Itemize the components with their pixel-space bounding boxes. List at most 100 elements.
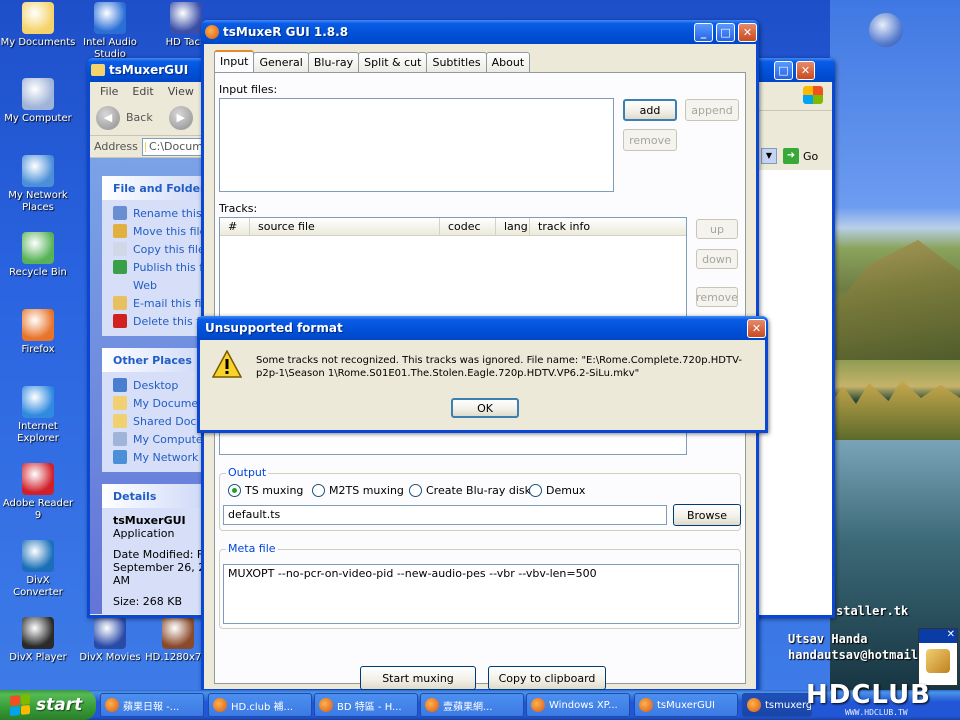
radio-demux[interactable]: Demux (529, 484, 585, 497)
radio-dot-selected[interactable] (228, 484, 241, 497)
task-link-icon (113, 260, 127, 274)
dialog-close-icon[interactable]: ✕ (747, 319, 766, 338)
track-remove-button[interactable]: remove (696, 287, 738, 307)
forward-arrow-icon[interactable]: ▶ (168, 105, 193, 130)
tsmuxer-titlebar[interactable]: tsMuxeR GUI 1.8.8 _ □ ✕ (201, 20, 759, 44)
close-icon[interactable]: ✕ (738, 23, 757, 42)
task-link[interactable]: Publish this file (113, 258, 207, 276)
address-dropdown-icon[interactable]: ▼ (761, 148, 777, 164)
task-link[interactable]: Shared Docum (113, 412, 207, 430)
task-link[interactable]: My Network Pl (113, 448, 207, 466)
add-button[interactable]: add (623, 99, 677, 121)
unsupported-format-dialog[interactable]: Unsupported format ✕ Some tracks not rec… (197, 316, 768, 433)
browse-button[interactable]: Browse (673, 504, 741, 526)
meta-file-textarea[interactable]: MUXOPT --no-pcr-on-video-pid --new-audio… (223, 564, 739, 624)
start-muxing-button[interactable]: Start muxing (360, 666, 476, 690)
tab-bluray[interactable]: Blu-ray (307, 52, 360, 72)
radio-create-bluray[interactable]: Create Blu-ray disk (409, 484, 531, 497)
wallpaper-trees (830, 380, 960, 440)
desktop-icon[interactable]: DivX Converter (0, 540, 76, 599)
task-link-icon (113, 432, 127, 446)
col-track-info[interactable]: track info (530, 218, 686, 235)
mini-window-icon[interactable]: ✕ (918, 628, 958, 686)
back-button-label[interactable]: Back (126, 111, 153, 124)
task-link[interactable]: Copy this file (113, 240, 207, 258)
task-link[interactable]: Rename this fil (113, 204, 207, 222)
remove-file-button[interactable]: remove (623, 129, 677, 151)
go-button-label[interactable]: Go (803, 150, 818, 163)
taskbar-task-button[interactable]: Windows XP... (526, 693, 630, 717)
desktop-icon[interactable]: DivX Movies (72, 617, 148, 664)
globe-icon[interactable] (869, 13, 903, 47)
dialog-titlebar[interactable]: Unsupported format ✕ (197, 316, 768, 340)
taskbar-task-button[interactable]: HD.club 補... (208, 693, 312, 717)
task-link[interactable]: Move this file (113, 222, 207, 240)
task-link[interactable]: Web (113, 276, 207, 294)
explorer-close-icon[interactable]: ✕ (796, 61, 815, 80)
track-up-button[interactable]: up (696, 219, 738, 239)
taskbar-task-button[interactable]: 壹蘋果網... (420, 693, 524, 717)
desktop-icon[interactable]: Recycle Bin (0, 232, 76, 279)
explorer-toolbar: ◀ Back ▶ (90, 100, 204, 136)
tab-split-cut[interactable]: Split & cut (358, 52, 428, 72)
tab-input[interactable]: Input (214, 50, 255, 72)
maximize-icon[interactable]: □ (716, 23, 735, 42)
menu-file[interactable]: File (100, 85, 118, 98)
tab-about[interactable]: About (485, 52, 531, 72)
col-lang[interactable]: lang (496, 218, 530, 235)
desktop-icon[interactable]: Intel Audio Studio (72, 2, 148, 61)
task-link[interactable]: My Computer (113, 430, 207, 448)
back-arrow-icon[interactable]: ◀ (96, 105, 120, 130)
radio-dot[interactable] (312, 484, 325, 497)
desktop-icon[interactable]: Internet Explorer (0, 386, 76, 445)
desktop-icon[interactable]: My Network Places (0, 155, 76, 214)
track-down-button[interactable]: down (696, 249, 738, 269)
input-files-list[interactable] (219, 98, 614, 192)
start-button[interactable]: start (0, 690, 96, 720)
menu-view[interactable]: View (168, 85, 194, 98)
explorer-maximize-icon[interactable]: □ (774, 61, 793, 80)
radio-ts-muxing[interactable]: TS muxing (228, 484, 303, 497)
menu-edit[interactable]: Edit (132, 85, 153, 98)
copy-clipboard-button[interactable]: Copy to clipboard (488, 666, 606, 690)
tab-subtitles[interactable]: Subtitles (426, 52, 487, 72)
task-link-icon (113, 414, 127, 428)
radio-dot[interactable] (409, 484, 422, 497)
details-header[interactable]: Details (102, 484, 207, 508)
output-file-input[interactable]: default.ts (223, 505, 667, 525)
desktop-icon[interactable]: My Computer (0, 78, 76, 125)
taskbar-task-button[interactable]: tsMuxerGUI (634, 693, 738, 717)
taskbar-task-button[interactable]: BD 特區 - H... (314, 693, 418, 717)
col-source-file[interactable]: source file (250, 218, 440, 235)
radio-m2ts-muxing[interactable]: M2TS muxing (312, 484, 404, 497)
desktop-icon[interactable]: Firefox (0, 309, 76, 356)
file-tasks-header[interactable]: File and Folder T (102, 176, 207, 200)
explorer-titlebar[interactable]: tsMuxerGUI (87, 58, 207, 82)
desktop-icon[interactable]: DivX Player (0, 617, 76, 664)
col-number[interactable]: # (220, 218, 250, 235)
col-codec[interactable]: codec (440, 218, 496, 235)
details-modified-3: AM (113, 574, 131, 587)
desktop-icon[interactable]: My Documents (0, 2, 76, 49)
explorer-window[interactable]: tsMuxerGUI File Edit View ◀ Back ▶ Addre… (87, 58, 207, 618)
desktop-icon-image (22, 463, 54, 495)
desktop-icon[interactable]: Adobe Reader 9 (0, 463, 76, 522)
radio-dot[interactable] (529, 484, 542, 497)
address-input[interactable]: C:\Docum (141, 137, 204, 156)
append-button[interactable]: append (685, 99, 739, 121)
other-places-header[interactable]: Other Places (102, 348, 207, 372)
go-arrow-icon[interactable]: ➜ (783, 148, 799, 164)
taskbar-task-icon (425, 698, 439, 712)
task-link[interactable]: My Document (113, 394, 207, 412)
tab-general[interactable]: General (253, 52, 309, 72)
task-link[interactable]: E-mail this file (113, 294, 207, 312)
ok-button[interactable]: OK (451, 398, 519, 418)
explorer-titlebar-right[interactable]: □ ✕ (752, 58, 835, 82)
desktop-icon-label: DivX Movies (79, 652, 141, 663)
task-link[interactable]: Delete this file (113, 312, 207, 330)
taskbar-task-button[interactable]: tsmuxergui (742, 693, 812, 717)
taskbar-task-icon (531, 698, 545, 712)
minimize-icon[interactable]: _ (694, 23, 713, 42)
taskbar-task-button[interactable]: 蘋果日報 -... (100, 693, 204, 717)
task-link[interactable]: Desktop (113, 376, 207, 394)
